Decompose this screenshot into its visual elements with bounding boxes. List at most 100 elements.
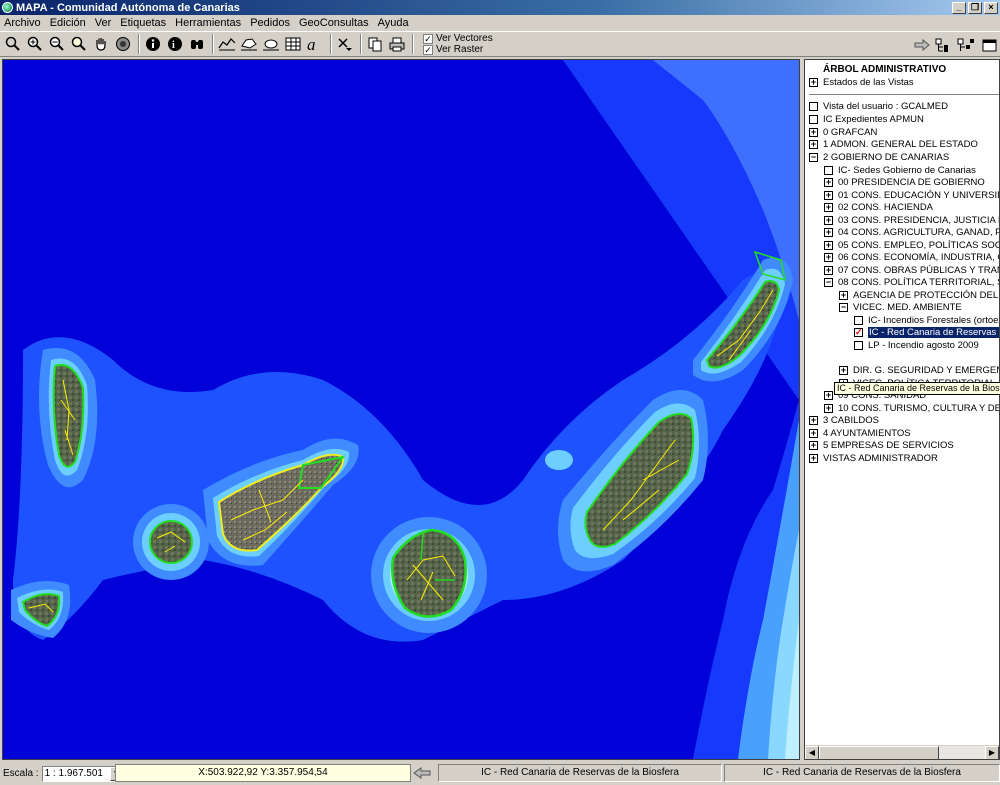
ver-vectores-toggle[interactable]: ✓ Ver Vectores (423, 33, 493, 44)
ver-raster-toggle[interactable]: ✓ Ver Raster (423, 44, 493, 55)
tree-collapse-icon[interactable] (956, 35, 975, 55)
expand-icon[interactable]: + (824, 227, 833, 237)
menu-pedidos[interactable]: Pedidos (250, 17, 290, 29)
tree-item-sedes[interactable]: IC- Sedes Gobierno de Canarias (824, 164, 976, 176)
expand-icon[interactable]: + (839, 290, 848, 300)
map-canvas[interactable] (3, 60, 799, 759)
checkbox-unchecked[interactable] (854, 340, 863, 350)
tree-horizontal-scrollbar[interactable]: ◀ ▶ (805, 745, 999, 759)
expand-icon[interactable]: + (824, 265, 833, 275)
info-icon[interactable] (143, 34, 162, 54)
zoom-window-icon[interactable] (69, 34, 88, 54)
tree-item-c04[interactable]: +04 CONS. AGRICULTURA, GANAD, PESCA (824, 226, 999, 238)
checkbox-unchecked[interactable] (809, 114, 818, 124)
tree-item-grafcan[interactable]: +0 GRAFCAN (809, 126, 877, 138)
tree-item-dir-seg[interactable]: + DIR. G. SEGURIDAD Y EMERGENCIAS (839, 364, 999, 376)
expand-icon[interactable]: + (839, 365, 848, 375)
tree-item-c08[interactable]: −08 CONS. POLÍTICA TERRITORIAL, SOSTENIB… (824, 276, 999, 288)
tree-item-presidencia[interactable]: +00 PRESIDENCIA DE GOBIERNO (824, 176, 985, 188)
expand-icon[interactable]: + (809, 428, 818, 438)
tree-item-cabildos[interactable]: +3 CABILDOS (809, 414, 879, 426)
expand-icon[interactable]: + (824, 215, 833, 225)
scale-select[interactable]: 1 : 1.967.501 ▼ (41, 765, 124, 782)
tree-item-reservas[interactable]: ✓ IC - Red Canaria de Reservas de la Bios… (854, 326, 999, 338)
tree-item-incendios[interactable]: IC- Incendios Forestales (ortoexpress) (854, 314, 999, 326)
clear-selection-icon[interactable] (335, 34, 354, 54)
menu-ayuda[interactable]: Ayuda (378, 17, 409, 29)
tree-item-vista-usuario[interactable]: Vista del usuario : GCALMED (809, 100, 948, 112)
tree-item-c03[interactable]: +03 CONS. PRESIDENCIA, JUSTICIA E IGUALD… (824, 214, 999, 226)
ver-raster-checkbox[interactable]: ✓ (423, 44, 433, 55)
tree-item-agencia[interactable]: + AGENCIA DE PROTECCIÓN DEL MEDIO (839, 289, 999, 301)
copy-icon[interactable] (365, 34, 384, 54)
checkbox-unchecked[interactable] (824, 165, 833, 175)
grid-table-icon[interactable] (283, 34, 302, 54)
collapse-icon[interactable]: − (824, 277, 833, 287)
expand-icon[interactable]: + (809, 139, 818, 149)
tree-item-vicec-med[interactable]: − VICEC. MED. AMBIENTE (839, 301, 962, 313)
measure-circle-icon[interactable] (261, 34, 280, 54)
tree-expand-icon[interactable] (934, 35, 953, 55)
text-label-icon[interactable]: a (305, 34, 324, 54)
map-view[interactable] (2, 59, 800, 760)
zoom-icon[interactable] (3, 34, 22, 54)
full-extent-globe-icon[interactable] (113, 34, 132, 54)
expand-icon[interactable]: + (809, 415, 818, 425)
scroll-track[interactable] (939, 746, 985, 759)
expand-icon[interactable]: + (809, 77, 818, 87)
zoom-out-icon[interactable] (47, 34, 66, 54)
binoculars-icon[interactable] (187, 34, 206, 54)
expand-icon[interactable]: + (824, 177, 833, 187)
expand-icon[interactable]: + (809, 127, 818, 137)
ver-vectores-checkbox[interactable]: ✓ (423, 33, 433, 44)
expand-icon[interactable]: + (824, 390, 833, 400)
tree-item-c05[interactable]: +05 CONS. EMPLEO, POLÍTICAS SOCIALES (824, 239, 999, 251)
menu-etiquetas[interactable]: Etiquetas (120, 17, 166, 29)
measure-line-icon[interactable] (217, 34, 236, 54)
close-button[interactable]: × (984, 1, 998, 14)
tree-item-c06[interactable]: +06 CONS. ECONOMÍA, INDUSTRIA, COMERCIO (824, 251, 999, 263)
forward-arrow-icon[interactable] (912, 35, 931, 55)
tree-item-expedientes[interactable]: IC Expedientes APMUN (809, 113, 924, 125)
checkbox-unchecked[interactable] (854, 315, 863, 325)
zoom-in-icon[interactable] (25, 34, 44, 54)
expand-icon[interactable]: + (809, 440, 818, 450)
menu-geoconsultas[interactable]: GeoConsultas (299, 17, 369, 29)
expand-icon[interactable]: + (824, 202, 833, 212)
tree-item-lp-incendio[interactable]: LP - Incendio agosto 2009 (854, 339, 979, 351)
menu-archivo[interactable]: Archivo (4, 17, 41, 29)
tree-item-admon[interactable]: +1 ADMON. GENERAL DEL ESTADO (809, 138, 978, 150)
collapse-icon[interactable]: − (809, 152, 818, 162)
tree-window-icon[interactable] (978, 35, 997, 55)
tree-item-c01[interactable]: +01 CONS. EDUCACIÓN Y UNIVERSIDADES (824, 189, 999, 201)
minimize-button[interactable]: _ (952, 1, 966, 14)
scroll-right-arrow-icon[interactable]: ▶ (985, 746, 999, 759)
tree-item-estados[interactable]: + Estados de las Vistas (809, 76, 914, 88)
tree-item-empresas[interactable]: +5 EMPRESAS DE SERVICIOS (809, 439, 954, 451)
menu-herramientas[interactable]: Herramientas (175, 17, 241, 29)
menu-ver[interactable]: Ver (95, 17, 112, 29)
print-icon[interactable] (387, 34, 406, 54)
checkbox-checked[interactable]: ✓ (854, 327, 863, 337)
expand-icon[interactable]: + (824, 240, 833, 250)
collapse-icon[interactable]: − (839, 302, 848, 312)
expand-icon[interactable]: + (824, 252, 833, 262)
expand-icon[interactable]: + (824, 403, 833, 413)
tree-item-c10[interactable]: +10 CONS. TURISMO, CULTURA Y DEPORTES (824, 402, 999, 414)
scroll-thumb[interactable] (819, 746, 939, 759)
measure-area-icon[interactable] (239, 34, 258, 54)
tree-item-c02[interactable]: +02 CONS. HACIENDA (824, 201, 933, 213)
menu-edicion[interactable]: Edición (50, 17, 86, 29)
back-arrow-icon[interactable] (412, 765, 432, 781)
expand-icon[interactable]: + (809, 453, 818, 463)
tree-item-vistas-admin[interactable]: + VISTAS ADMINISTRADOR (809, 452, 938, 464)
expand-icon[interactable]: + (824, 190, 833, 200)
checkbox-unchecked[interactable] (809, 101, 818, 111)
scroll-left-arrow-icon[interactable]: ◀ (805, 746, 819, 759)
restore-button[interactable]: ❐ (968, 1, 982, 14)
info-alt-icon[interactable]: i (165, 34, 184, 54)
tree-item-gobierno[interactable]: −2 GOBIERNO DE CANARIAS (809, 151, 949, 163)
tree-item-ayuntamientos[interactable]: +4 AYUNTAMIENTOS (809, 427, 911, 439)
tree-item-c07[interactable]: +07 CONS. OBRAS PÚBLICAS Y TRANSPORTES (824, 264, 999, 276)
pan-hand-icon[interactable] (91, 34, 110, 54)
